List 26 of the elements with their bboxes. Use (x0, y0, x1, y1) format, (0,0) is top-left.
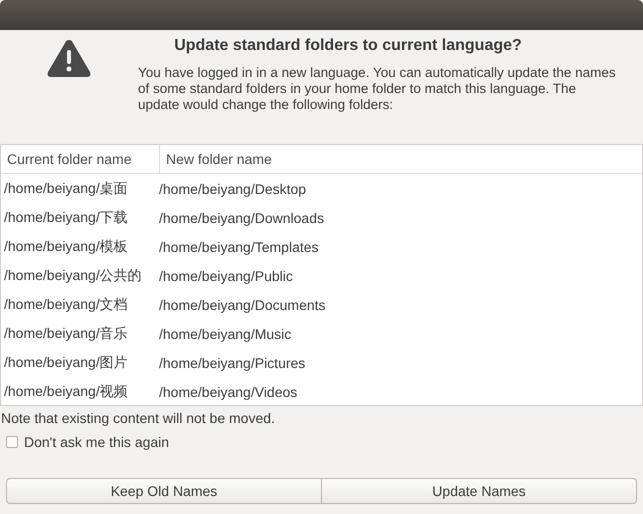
table-cell: /home/beiyang/Pictures (159, 354, 306, 370)
table-cell-text: /home/beiyang/下载 (3, 208, 129, 226)
table-cell-text: /home/beiyang/图片 (3, 354, 129, 372)
column-header[interactable]: New folder name (160, 145, 272, 173)
warning-icon (46, 38, 92, 78)
table-cell-text: /home/beiyang/桌面 (3, 180, 129, 198)
dialog-button[interactable]: Keep Old Names (6, 478, 321, 504)
note-text: Note that existing content will not be moved. (0, 410, 276, 426)
checkbox[interactable] (6, 436, 18, 448)
table-cell: /home/beiyang/Music (159, 326, 292, 342)
table-cell: /home/beiyang/Documents (159, 296, 326, 312)
dialog-button[interactable]: Update Names (321, 478, 637, 504)
table-cell-text: /home/beiyang/模板 (3, 238, 129, 256)
table-cell: /home/beiyang/Public (159, 268, 293, 284)
dialog-message: You have logged in in a new language. You can automatically update the names of some standard folders in your home folder to match this language. The update would change the following folders: (138, 65, 617, 113)
dialog-title: Update standard folders to current language? (173, 37, 523, 55)
table-cell-text: /home/beiyang/视频 (3, 382, 129, 400)
table-cell: /home/beiyang/Templates (159, 238, 319, 254)
table-cell: /home/beiyang/Videos (159, 384, 298, 400)
table-cell-text: /home/beiyang/音乐 (3, 324, 129, 342)
table-cell-text: /home/beiyang/文档 (3, 296, 129, 314)
column-header[interactable]: Current folder name (1, 145, 160, 173)
table-cell-text: /home/beiyang/公共的 (3, 266, 143, 284)
table-cell: /home/beiyang/Desktop (159, 180, 306, 196)
checkbox-label[interactable]: Don't ask me this again (24, 434, 170, 450)
table-cell: /home/beiyang/Downloads (159, 210, 324, 226)
